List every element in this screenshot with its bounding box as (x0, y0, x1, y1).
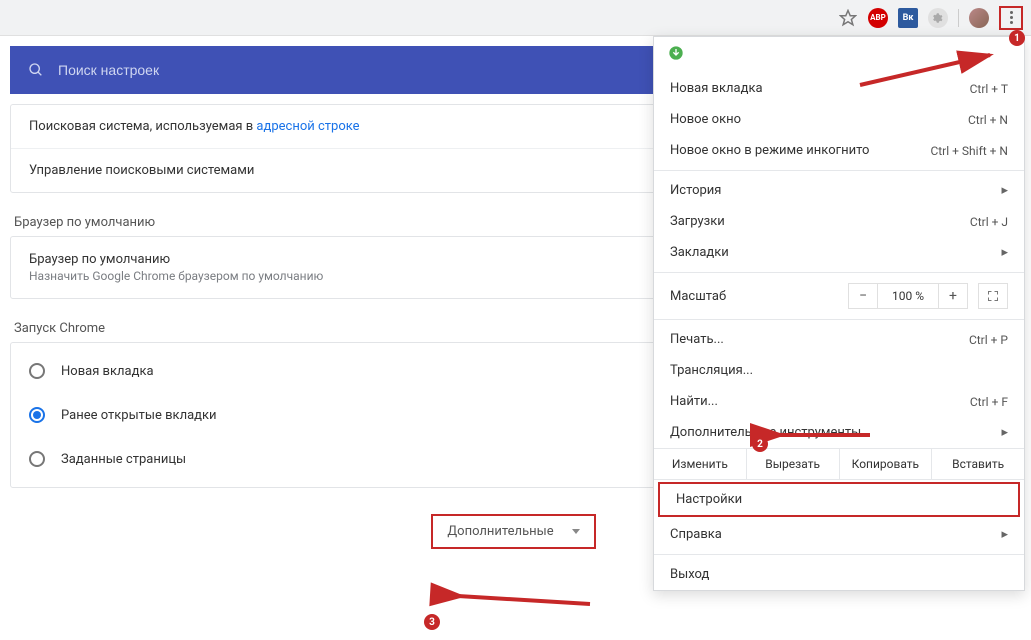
search-icon (28, 62, 44, 78)
menu-settings[interactable]: Настройки (658, 482, 1020, 517)
edit-label: Изменить (654, 449, 747, 479)
zoom-in-button[interactable]: + (938, 283, 968, 309)
menu-new-window[interactable]: Новое окноCtrl + N (654, 104, 1024, 135)
chrome-menu-button[interactable] (999, 6, 1023, 30)
menu-exit[interactable]: Выход (654, 559, 1024, 590)
zoom-out-button[interactable]: − (848, 283, 878, 309)
menu-cast[interactable]: Трансляция... (654, 355, 1024, 386)
annotation-badge-2: 2 (752, 436, 768, 452)
profile-avatar-icon[interactable] (969, 8, 989, 28)
adblock-icon[interactable]: ABP (868, 8, 888, 28)
radio-icon[interactable] (29, 451, 45, 467)
zoom-label: Масштаб (670, 289, 790, 304)
search-engine-label: Поисковая система, используемая в адресн… (29, 119, 360, 134)
chevron-right-icon: ▸ (1001, 183, 1008, 198)
address-bar-link[interactable]: адресной строке (256, 119, 359, 134)
annotation-arrow-1 (860, 50, 1000, 94)
radio-icon[interactable] (29, 407, 45, 423)
fullscreen-button[interactable] (978, 283, 1008, 309)
annotation-arrow-3 (450, 584, 600, 618)
manage-engines-label: Управление поисковыми системами (29, 163, 254, 178)
startup-option-label: Новая вкладка (61, 364, 154, 379)
startup-option-label: Заданные страницы (61, 452, 186, 467)
zoom-value: 100 % (878, 283, 938, 309)
advanced-button[interactable]: Дополнительные (431, 514, 595, 549)
chrome-menu: Новая вкладкаCtrl + T Новое окноCtrl + N… (653, 36, 1025, 591)
advanced-button-label: Дополнительные (447, 524, 553, 539)
bookmark-star-icon[interactable] (838, 8, 858, 28)
chevron-down-icon (572, 529, 580, 534)
menu-find[interactable]: Найти...Ctrl + F (654, 386, 1024, 417)
radio-icon[interactable] (29, 363, 45, 379)
chevron-right-icon: ▸ (1001, 425, 1008, 440)
menu-print[interactable]: Печать...Ctrl + P (654, 324, 1024, 355)
menu-incognito[interactable]: Новое окно в режиме инкогнитоCtrl + Shif… (654, 135, 1024, 166)
startup-option-label: Ранее открытые вкладки (61, 408, 217, 423)
chevron-right-icon: ▸ (1001, 527, 1008, 542)
menu-help[interactable]: Справка▸ (654, 519, 1024, 550)
menu-paste[interactable]: Вставить (932, 449, 1024, 479)
annotation-arrow-2 (770, 420, 880, 454)
chevron-right-icon: ▸ (1001, 245, 1008, 260)
vk-extension-icon[interactable]: Вк (898, 8, 918, 28)
extension-gear-icon[interactable] (928, 8, 948, 28)
annotation-badge-3: 3 (424, 614, 440, 630)
default-browser-desc: Назначить Google Chrome браузером по умо… (29, 269, 323, 283)
toolbar-separator (958, 9, 959, 27)
menu-history[interactable]: История▸ (654, 175, 1024, 206)
browser-toolbar: ABP Вк (0, 0, 1031, 36)
annotation-badge-1: 1 (1009, 30, 1025, 46)
menu-downloads[interactable]: ЗагрузкиCtrl + J (654, 206, 1024, 237)
menu-bookmarks[interactable]: Закладки▸ (654, 237, 1024, 268)
default-browser-title: Браузер по умолчанию (29, 252, 323, 267)
menu-zoom-row: Масштаб − 100 % + (654, 277, 1024, 315)
